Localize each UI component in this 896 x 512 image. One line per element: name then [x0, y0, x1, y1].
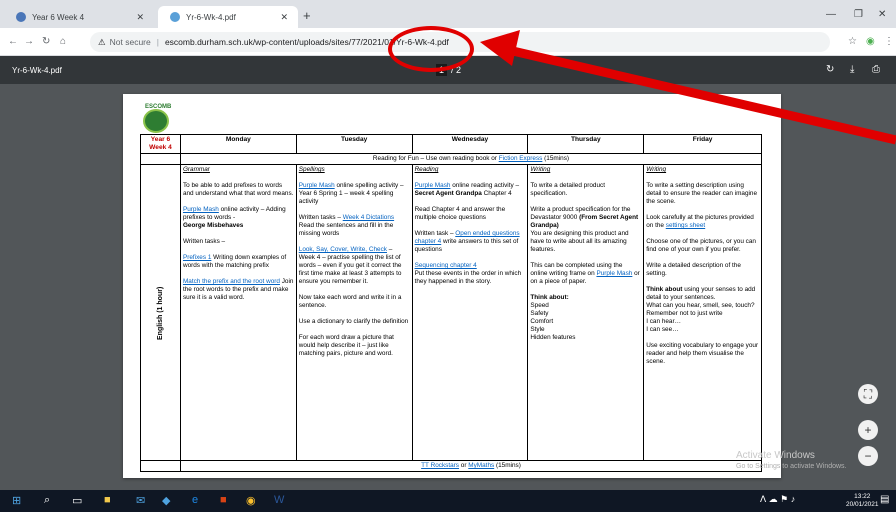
clock[interactable]: 13:22 20/01/2021 — [846, 493, 879, 509]
annotation-arrow-icon — [480, 30, 896, 145]
chrome-icon[interactable]: ◉ — [246, 494, 256, 507]
edge-icon[interactable]: e — [192, 494, 198, 506]
system-tray-icons[interactable]: ᐱ ☁ ⚑ ♪ — [760, 494, 795, 505]
mail-icon[interactable]: ✉ — [136, 494, 145, 507]
task-view-icon[interactable]: ▭ — [72, 494, 82, 507]
windows-taskbar: ⊞ ⌕ ▭ ■ ✉ ◆ e ■ ◉ W ᐱ ☁ ⚑ ♪ 13:22 20/01/2… — [0, 490, 896, 512]
search-icon[interactable]: ⌕ — [44, 494, 50, 507]
office-icon[interactable]: ■ — [220, 494, 227, 506]
file-explorer-icon[interactable]: ■ — [104, 494, 111, 506]
windows-start-icon[interactable]: ⊞ — [12, 494, 21, 507]
store-icon[interactable]: ◆ — [162, 494, 170, 507]
notifications-icon[interactable]: ▤ — [880, 494, 889, 505]
word-icon[interactable]: W — [274, 494, 284, 506]
